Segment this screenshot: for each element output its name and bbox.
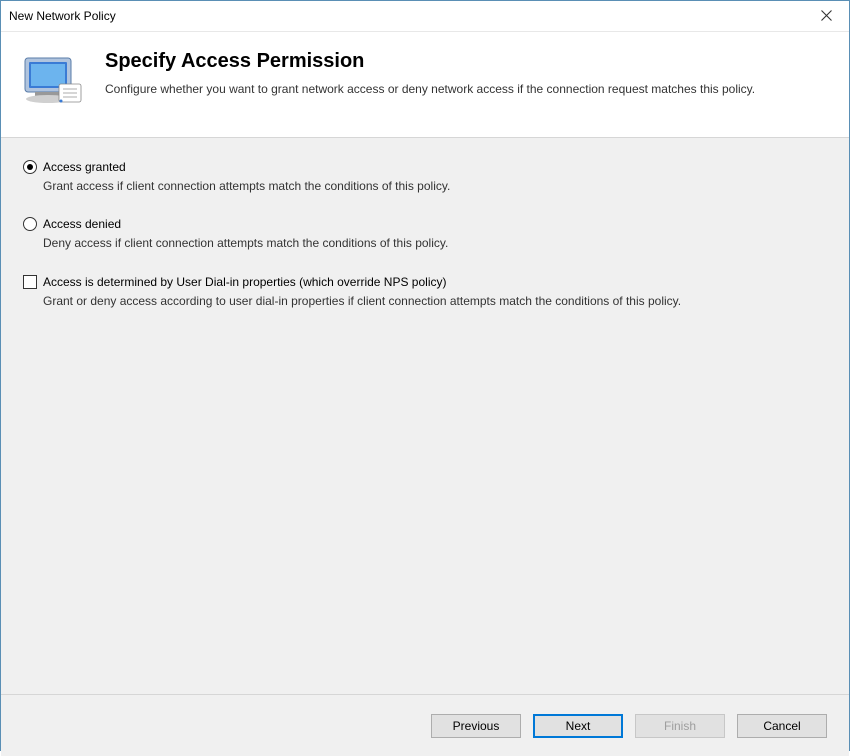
desc-dialin: Grant or deny access according to user d… (43, 293, 827, 310)
checkbox-label-dialin: Access is determined by User Dial-in pro… (43, 275, 446, 289)
radio-label-denied: Access denied (43, 217, 121, 231)
radio-denied[interactable] (23, 217, 37, 231)
option-access-granted: Access granted Grant access if client co… (23, 160, 827, 195)
radio-row-denied[interactable]: Access denied (23, 217, 827, 231)
radio-granted[interactable] (23, 160, 37, 174)
cancel-button[interactable]: Cancel (737, 714, 827, 738)
finish-button: Finish (635, 714, 725, 738)
close-icon (821, 8, 832, 24)
page-heading: Specify Access Permission (105, 50, 829, 73)
option-access-denied: Access denied Deny access if client conn… (23, 217, 827, 252)
window-title: New Network Policy (9, 9, 116, 23)
content-section: Access granted Grant access if client co… (1, 138, 849, 694)
previous-button[interactable]: Previous (431, 714, 521, 738)
close-button[interactable] (803, 1, 849, 32)
desc-denied: Deny access if client connection attempt… (43, 235, 827, 252)
radio-label-granted: Access granted (43, 160, 126, 174)
radio-row-granted[interactable]: Access granted (23, 160, 827, 174)
titlebar: New Network Policy (1, 1, 849, 32)
checkbox-dialin[interactable] (23, 275, 37, 289)
footer-section: Previous Next Finish Cancel (1, 694, 849, 756)
page-subtext: Configure whether you want to grant netw… (105, 81, 829, 98)
next-button[interactable]: Next (533, 714, 623, 738)
checkbox-row-dialin[interactable]: Access is determined by User Dial-in pro… (23, 275, 827, 289)
option-dialin: Access is determined by User Dial-in pro… (23, 275, 827, 310)
computer-policy-icon (21, 50, 85, 113)
header-text: Specify Access Permission Configure whet… (105, 50, 829, 113)
header-section: Specify Access Permission Configure whet… (1, 32, 849, 138)
desc-granted: Grant access if client connection attemp… (43, 178, 827, 195)
